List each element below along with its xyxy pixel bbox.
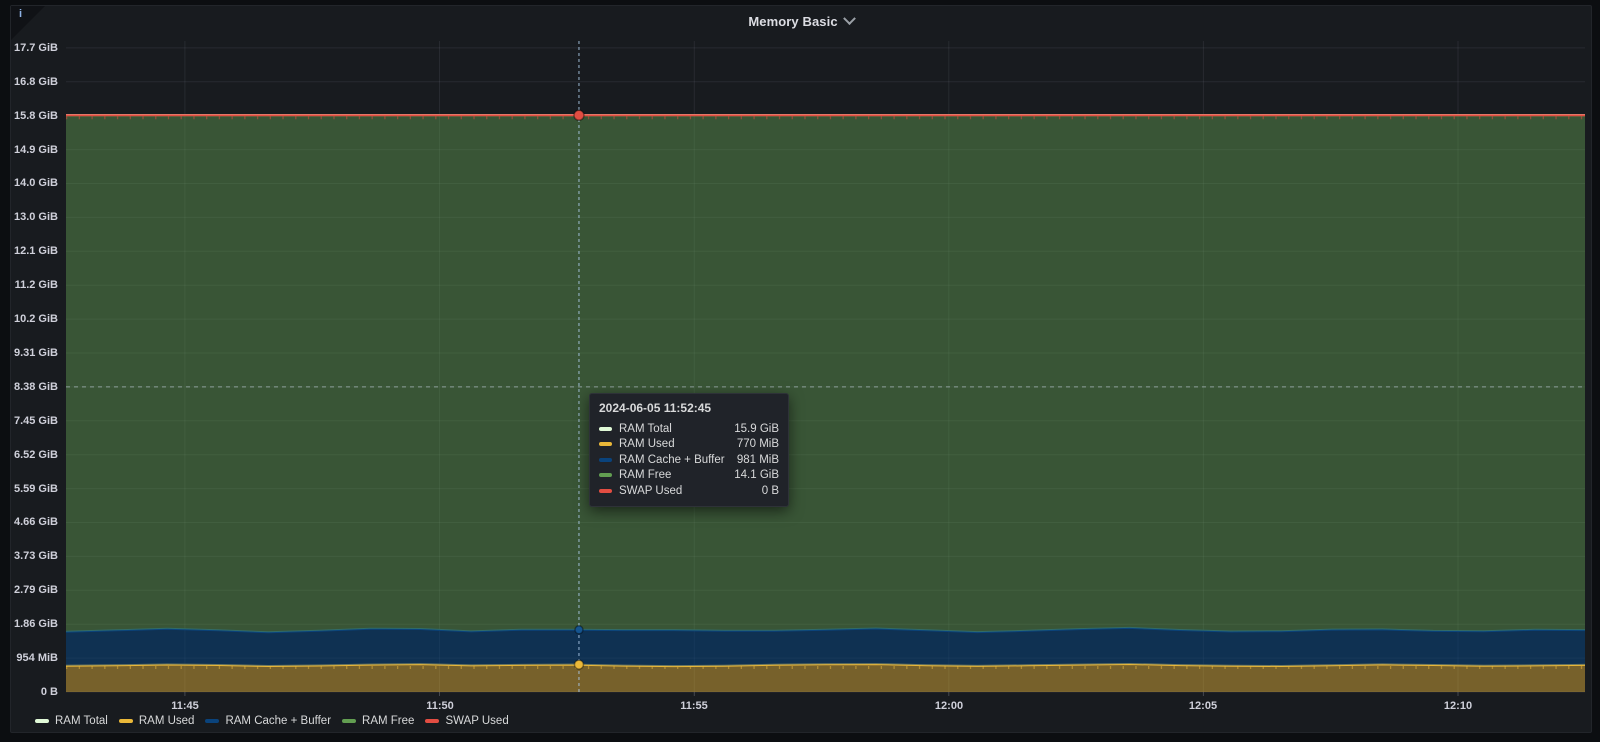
series-color-swatch: [119, 719, 133, 723]
y-axis-label: 8.38 GiB: [11, 380, 58, 394]
tooltip-timestamp: 2024-06-05 11:52:45: [599, 401, 779, 415]
hover-dot-swap-used: [574, 110, 584, 120]
series-color-swatch: [35, 719, 49, 723]
y-axis-label: 7.45 GiB: [11, 414, 58, 428]
time-series-plot[interactable]: [66, 41, 1585, 692]
y-axis-label: 14.9 GiB: [11, 143, 58, 157]
series-area-ram-free: [66, 115, 1585, 632]
tooltip-series-value: 15.9 GiB: [734, 423, 779, 435]
y-axis-label: 12.1 GiB: [11, 244, 58, 258]
tooltip: 2024-06-05 11:52:45 RAM Total15.9 GiBRAM…: [589, 393, 789, 507]
y-axis-label: 10.2 GiB: [11, 312, 58, 326]
series-color-swatch: [599, 458, 612, 462]
legend: RAM Total RAM Used RAM Cache + Buffer RAM F…: [35, 715, 509, 727]
series-area-ram-cache-buffer: [66, 628, 1585, 666]
y-axis-label: 3.73 GiB: [11, 549, 58, 563]
tooltip-series-label: RAM Cache + Buffer: [619, 454, 725, 466]
tooltip-rows: RAM Total 15.9 GiB RAM Used 770 MiB RAM Cach…: [599, 421, 779, 499]
x-axis-label: 12:05: [1173, 699, 1233, 713]
y-axis-label: 13.0 GiB: [11, 210, 58, 224]
legend-label: RAM Cache + Buffer: [225, 715, 331, 727]
tooltip-row: RAM Total 15.9 GiB: [599, 421, 779, 437]
tooltip-series-value: 981 MiB: [737, 454, 779, 466]
x-axis-label: 11:45: [155, 699, 215, 713]
y-axis-label: 11.2 GiB: [11, 278, 58, 292]
x-axis-label: 12:10: [1428, 699, 1488, 713]
tooltip-series-label: RAM Total: [619, 423, 672, 435]
hover-dot-ram-used: [574, 660, 583, 669]
y-axis-label: 15.8 GiB: [11, 109, 58, 123]
y-axis-label: 1.86 GiB: [11, 617, 58, 631]
legend-item-ram-used[interactable]: RAM Used: [119, 715, 195, 727]
tooltip-series-label: RAM Free: [619, 469, 671, 481]
hover-dot-ram-cache-buffer: [575, 626, 583, 634]
tooltip-row: SWAP Used 0 B: [599, 483, 779, 499]
panel-header[interactable]: Memory Basic: [11, 6, 1591, 36]
x-axis-label: 11:50: [410, 699, 470, 713]
chevron-down-icon: [843, 12, 856, 25]
series-area-ram-used: [66, 664, 1585, 692]
y-axis-label: 954 MiB: [11, 651, 58, 665]
series-color-swatch: [342, 719, 356, 723]
legend-item-ram-cache-buffer[interactable]: RAM Cache + Buffer: [205, 715, 331, 727]
series-color-swatch: [599, 473, 612, 477]
legend-label: RAM Free: [362, 715, 414, 727]
panel-title: Memory Basic: [748, 14, 837, 29]
y-axis-label: 0 B: [11, 685, 58, 699]
tooltip-series-label: SWAP Used: [619, 485, 682, 497]
legend-item-ram-total[interactable]: RAM Total: [35, 715, 108, 727]
memory-basic-panel: i Memory Basic 0 B954 MiB1.86 GiB2.79 Gi…: [10, 5, 1592, 733]
tooltip-series-label: RAM Used: [619, 438, 675, 450]
y-axis-label: 14.0 GiB: [11, 176, 58, 190]
tooltip-row: RAM Free 14.1 GiB: [599, 468, 779, 484]
tooltip-series-value: 0 B: [762, 485, 779, 497]
y-axis-label: 17.7 GiB: [11, 41, 58, 55]
tooltip-series-value: 14.1 GiB: [734, 469, 779, 481]
legend-label: SWAP Used: [445, 715, 508, 727]
y-axis-label: 4.66 GiB: [11, 515, 58, 529]
tooltip-row: RAM Used 770 MiB: [599, 437, 779, 453]
legend-item-swap-used[interactable]: SWAP Used: [425, 715, 508, 727]
series-color-swatch: [599, 427, 612, 431]
series-color-swatch: [599, 442, 612, 446]
y-axis-label: 5.59 GiB: [11, 482, 58, 496]
x-axis-label: 12:00: [919, 699, 979, 713]
legend-item-ram-free[interactable]: RAM Free: [342, 715, 414, 727]
series-color-swatch: [205, 719, 219, 723]
y-axis-label: 2.79 GiB: [11, 583, 58, 597]
legend-label: RAM Total: [55, 715, 108, 727]
y-axis-label: 6.52 GiB: [11, 448, 58, 462]
legend-label: RAM Used: [139, 715, 195, 727]
x-axis-label: 11:55: [664, 699, 724, 713]
grafana-dashboard: i Memory Basic 0 B954 MiB1.86 GiB2.79 Gi…: [0, 0, 1600, 742]
series-color-swatch: [425, 719, 439, 723]
tooltip-series-value: 770 MiB: [737, 438, 779, 450]
y-axis-label: 9.31 GiB: [11, 346, 58, 360]
series-color-swatch: [599, 489, 612, 493]
y-axis-label: 16.8 GiB: [11, 75, 58, 89]
tooltip-row: RAM Cache + Buffer 981 MiB: [599, 452, 779, 468]
